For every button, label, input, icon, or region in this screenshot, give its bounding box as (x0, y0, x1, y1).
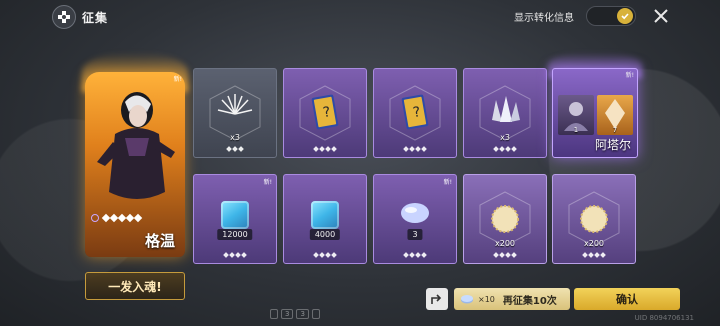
nav-item[interactable] (311, 309, 320, 319)
page-title: 征集 (82, 10, 109, 25)
rarity-stars (313, 146, 337, 152)
confirm-button[interactable]: 确认 (574, 288, 680, 310)
mini-quantity: 7 (612, 126, 618, 134)
recruit-icon[interactable] (52, 5, 76, 29)
tile-quantity: x200 (494, 239, 516, 248)
reward-tile-book[interactable]: ? (373, 68, 457, 158)
mystery-book-icon: ? (299, 85, 351, 141)
tile-quantity: x3 (230, 133, 240, 142)
hero-card[interactable]: 新! 格温 (85, 72, 185, 257)
conversion-toggle[interactable] (586, 6, 636, 26)
rarity-stars (582, 252, 606, 258)
ticket-icon (461, 295, 473, 304)
toggle-label: 显示转化信息 (514, 13, 574, 24)
new-tag: 新! (263, 179, 272, 186)
ataer-name: 阿塔尔 (594, 138, 631, 152)
reward-tile-gem[interactable]: 新! 3 (373, 174, 457, 264)
title-group: 征集 (52, 5, 108, 29)
rarity-stars (226, 146, 244, 152)
bottom-nav: 3 3 (270, 309, 320, 319)
reward-tile-orb[interactable]: x200 (463, 174, 547, 264)
star-icon (133, 213, 143, 223)
rarity-stars (493, 146, 517, 152)
reward-tile-cube[interactable]: 新! 12000 (193, 174, 277, 264)
mini-quantity: 1 (573, 126, 579, 134)
close-icon[interactable] (652, 7, 670, 25)
tile-value: 4000 (309, 229, 341, 240)
nav-item[interactable] (270, 309, 278, 319)
tile-value: 3 (407, 229, 423, 240)
recruit-again-button[interactable]: ×10 再征集10次 (454, 288, 570, 310)
hero-portrait (97, 92, 175, 199)
ticket-count: ×10 (478, 294, 495, 304)
reward-tile-book[interactable]: ? (283, 68, 367, 158)
ataer-crystal-mini: 7 (597, 95, 633, 135)
tile-value: 12000 (217, 229, 253, 240)
rarity-stars (313, 252, 337, 258)
element-icon (91, 214, 99, 222)
rarity-stars (403, 146, 427, 152)
reward-tile-cube[interactable]: 4000 (283, 174, 367, 264)
share-button[interactable] (426, 288, 448, 310)
check-icon (617, 8, 633, 24)
tile-quantity: x3 (500, 133, 510, 142)
nav-item[interactable]: 3 (296, 309, 309, 319)
cube-icon (311, 201, 339, 229)
ataer-portrait-mini: 1 (558, 95, 594, 135)
ataer-card[interactable]: 新! 1 7 阿塔尔 (552, 68, 638, 158)
tile-quantity: x200 (583, 239, 605, 248)
reward-tile-orb[interactable]: x200 (552, 174, 636, 264)
recruit-again-label: 再征集10次 (502, 295, 557, 307)
top-bar: 征集 显示转化信息 (0, 0, 720, 34)
soul-button[interactable]: 一发入魂! (85, 272, 185, 300)
share-icon (431, 294, 442, 304)
mystery-book-icon: ? (389, 85, 441, 141)
rarity-stars (493, 252, 517, 258)
reward-tile-crystals[interactable]: x3 (463, 68, 547, 158)
hero-name: 格温 (144, 232, 175, 250)
rarity-stars (403, 252, 427, 258)
new-tag: 新! (625, 72, 634, 79)
cube-icon (221, 201, 249, 229)
reward-tile-shard[interactable]: x3 (193, 68, 277, 158)
uid-label: UID 8094706131 (634, 314, 694, 322)
hero-rarity (91, 213, 143, 223)
nav-item[interactable]: 3 (281, 309, 294, 319)
gem-icon (401, 203, 429, 223)
rarity-stars (223, 252, 247, 258)
new-tag: 新! (443, 179, 452, 186)
